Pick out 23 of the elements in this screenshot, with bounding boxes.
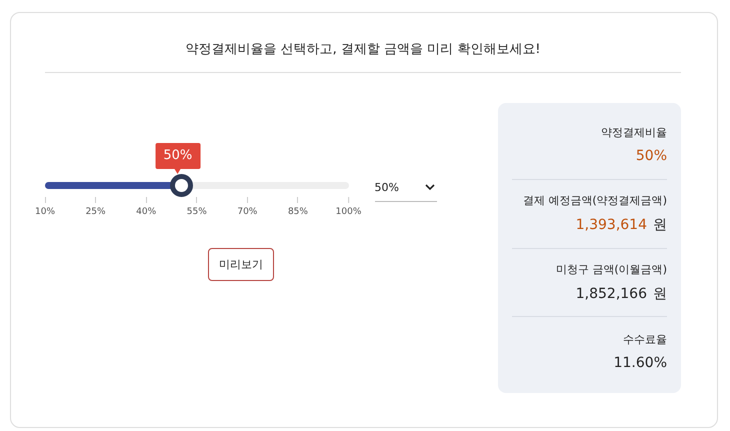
tick-label: 70% <box>237 207 258 217</box>
preview-button[interactable]: 미리보기 <box>208 248 274 281</box>
summary-label: 결제 예정금액(약정결제금액) <box>522 193 667 208</box>
tick-label: 10% <box>35 207 55 217</box>
summary-value: 1,393,614 <box>576 217 647 234</box>
tick-label: 55% <box>186 207 207 217</box>
tick-label: 40% <box>136 207 156 217</box>
summary-label: 약정결제비율 <box>601 125 667 140</box>
unit-label: 원 <box>653 216 667 234</box>
slider-handle[interactable] <box>170 174 193 197</box>
page-title: 약정결제비율을 선택하고, 결제할 금액을 미리 확인해보세요! <box>184 41 542 56</box>
summary-value: 50% <box>636 148 667 164</box>
summary-label: 수수료율 <box>623 332 667 347</box>
tick-label: 100% <box>336 207 362 217</box>
ratio-select[interactable]: 50% <box>374 173 437 202</box>
tick-label: 25% <box>86 207 106 217</box>
unit-label: 원 <box>653 284 667 303</box>
summary-value: 1,852,166 <box>576 286 647 302</box>
summary-value: 11.60% <box>614 354 667 371</box>
summary-label: 미청구 금액(이월금액) <box>556 262 667 277</box>
value-tooltip: 50% <box>155 143 200 174</box>
chevron-down-icon <box>425 184 435 190</box>
tick-label: 85% <box>288 207 308 217</box>
